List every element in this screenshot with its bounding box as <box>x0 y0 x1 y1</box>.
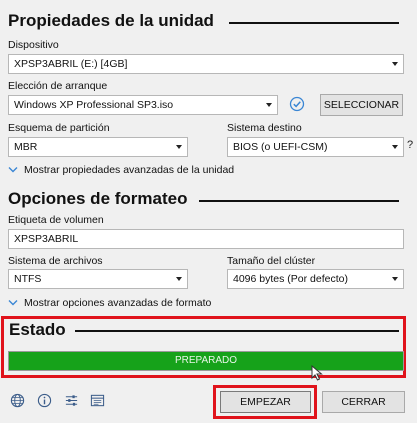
status-title: Estado <box>9 320 66 339</box>
close-button[interactable]: CERRAR <box>322 391 405 413</box>
chevron-down-icon <box>176 277 182 281</box>
show-advanced-drive-properties[interactable]: Mostrar propiedades avanzadas de la unid… <box>8 164 234 176</box>
partition-scheme-label: Esquema de partición <box>8 122 110 134</box>
check-circle-icon[interactable] <box>289 96 305 112</box>
device-select-value: XPSP3ABRIL (E:) [4GB] <box>14 58 128 70</box>
start-button[interactable]: EMPEZAR <box>220 391 311 413</box>
partition-scheme-select[interactable]: MBR <box>8 137 188 157</box>
boot-selection-label: Elección de arranque <box>8 80 108 92</box>
chevron-down-icon <box>392 277 398 281</box>
format-options-title: Opciones de formateo <box>8 189 188 208</box>
target-system-value: BIOS (o UEFI-CSM) <box>233 141 328 153</box>
chevron-down-icon <box>176 145 182 149</box>
volume-label-input[interactable]: XPSP3ABRIL <box>8 229 404 249</box>
boot-selection-value: Windows XP Professional SP3.iso <box>14 99 174 111</box>
help-icon[interactable]: ? <box>407 139 413 151</box>
mouse-cursor-icon <box>311 365 323 381</box>
volume-label-label: Etiqueta de volumen <box>8 214 104 226</box>
select-image-button[interactable]: SELECCIONAR <box>320 94 403 116</box>
log-icon[interactable] <box>90 393 105 408</box>
target-system-label: Sistema destino <box>227 122 302 134</box>
file-system-select[interactable]: NTFS <box>8 269 188 289</box>
chevron-down-icon <box>392 62 398 66</box>
show-advanced-format-options-label: Mostrar opciones avanzadas de formato <box>24 297 212 309</box>
device-properties-title: Propiedades de la unidad <box>8 11 214 30</box>
file-system-label: Sistema de archivos <box>8 255 103 267</box>
chevron-down-icon <box>8 300 18 306</box>
boot-selection-select[interactable]: Windows XP Professional SP3.iso <box>8 95 278 115</box>
volume-label-value: XPSP3ABRIL <box>14 233 79 245</box>
status-divider <box>75 330 399 332</box>
show-advanced-drive-properties-label: Mostrar propiedades avanzadas de la unid… <box>24 164 235 176</box>
cluster-size-value: 4096 bytes (Por defecto) <box>233 273 348 285</box>
cluster-size-select[interactable]: 4096 bytes (Por defecto) <box>227 269 404 289</box>
chevron-down-icon <box>266 103 272 107</box>
target-system-select[interactable]: BIOS (o UEFI-CSM) <box>227 137 404 157</box>
device-select[interactable]: XPSP3ABRIL (E:) [4GB] <box>8 54 404 74</box>
file-system-value: NTFS <box>14 273 42 285</box>
format-options-divider <box>199 200 399 202</box>
info-icon[interactable] <box>37 393 52 408</box>
device-properties-divider <box>229 22 399 24</box>
show-advanced-format-options[interactable]: Mostrar opciones avanzadas de formato <box>8 297 211 309</box>
device-label: Dispositivo <box>8 39 59 51</box>
status-progress-text: PREPARADO <box>174 355 238 366</box>
status-progress-bar: PREPARADO <box>8 351 404 371</box>
cluster-size-label: Tamaño del clúster <box>227 255 316 267</box>
chevron-down-icon <box>8 167 18 173</box>
globe-icon[interactable] <box>10 393 25 408</box>
partition-scheme-value: MBR <box>14 141 38 153</box>
settings-sliders-icon[interactable] <box>64 393 79 408</box>
chevron-down-icon <box>392 145 398 149</box>
